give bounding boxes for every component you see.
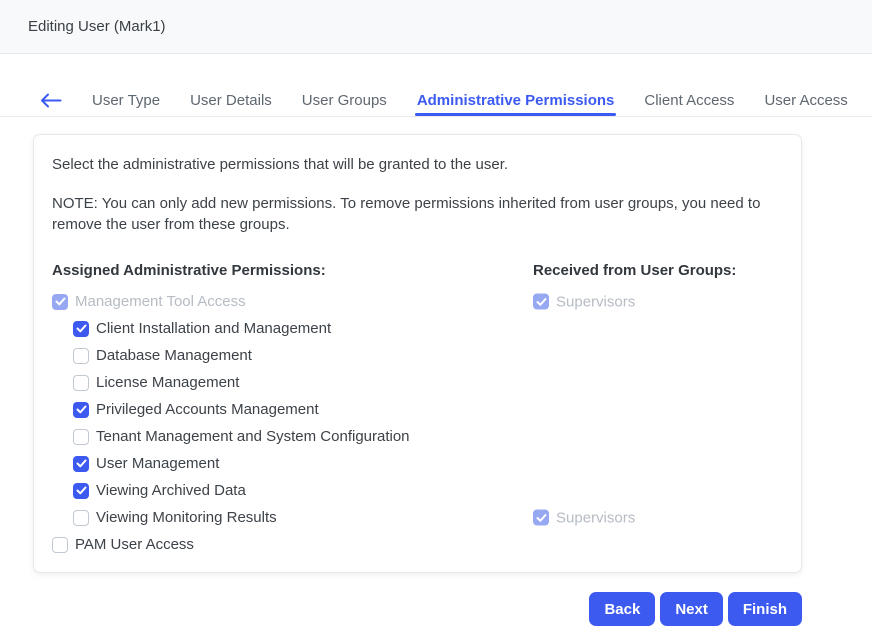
finish-button[interactable]: Finish [728,592,802,626]
received-label: Supervisors [556,509,635,526]
check-icon [536,513,547,522]
note-text: NOTE: You can only add new permissions. … [52,193,781,235]
received-label: Supervisors [556,293,635,310]
permission-row: Privileged Accounts Management [52,396,781,423]
tab-user-groups[interactable]: User Groups [302,84,387,116]
permission-label: Management Tool Access [75,293,246,310]
check-icon [76,405,87,414]
check-icon [76,486,87,495]
permission-label: PAM User Access [75,536,194,553]
permission-checkbox[interactable] [73,510,89,526]
permission-label: Database Management [96,347,252,364]
permission-label: Viewing Archived Data [96,482,246,499]
next-button[interactable]: Next [660,592,723,626]
page-title: Editing User (Mark1) [28,18,166,35]
permission-row: Client Installation and Management [52,315,781,342]
permission-label: User Management [96,455,219,472]
check-icon [536,297,547,306]
received-checkbox [533,510,549,526]
received-column-header: Received from User Groups: [533,262,736,279]
tab-user-type[interactable]: User Type [92,84,160,116]
check-icon [76,324,87,333]
permission-checkbox[interactable] [73,348,89,364]
intro-text: Select the administrative permissions th… [52,155,781,175]
window-titlebar: Editing User (Mark1) [0,0,872,54]
permission-row: Viewing Archived Data [52,477,781,504]
tab-list: User Type User Details User Groups Administ… [92,84,848,116]
permission-checkbox[interactable] [73,456,89,472]
permission-label: Client Installation and Management [96,320,331,337]
tab-administrative-permissions[interactable]: Administrative Permissions [417,84,615,116]
permission-checkbox[interactable] [73,375,89,391]
footer-buttons: BackNextFinish [0,592,802,626]
permission-label: Privileged Accounts Management [96,401,319,418]
permission-row: Tenant Management and System Configurati… [52,423,781,450]
permission-checkbox[interactable] [73,483,89,499]
assigned-column-header: Assigned Administrative Permissions: [52,262,533,279]
arrow-left-icon [40,93,62,108]
permissions-card: Select the administrative permissions th… [33,134,802,573]
wizard-tab-bar: User Type User Details User Groups Administ… [0,84,872,117]
tab-user-access[interactable]: User Access [764,84,847,116]
back-arrow-button[interactable] [40,93,62,108]
received-checkbox [533,294,549,310]
permission-checkbox[interactable] [73,321,89,337]
permission-label: Viewing Monitoring Results [96,509,277,526]
permission-checkbox[interactable] [73,429,89,445]
tab-client-access[interactable]: Client Access [644,84,734,116]
check-icon [55,297,66,306]
tab-user-details[interactable]: User Details [190,84,272,116]
permission-row: Management Tool Access Supervisors [52,288,781,315]
permission-checkbox [52,294,68,310]
permission-label: Tenant Management and System Configurati… [96,428,410,445]
permission-row: License Management [52,369,781,396]
received-group: Supervisors [533,509,635,526]
permission-checkbox[interactable] [73,402,89,418]
permission-row: Viewing Monitoring Results Supervisors [52,504,781,531]
check-icon [76,459,87,468]
back-button[interactable]: Back [589,592,655,626]
permission-row: Database Management [52,342,781,369]
permission-row: User Management [52,450,781,477]
permissions-list: Management Tool Access Supervisors Clien… [52,288,781,558]
received-group: Supervisors [533,293,635,310]
permission-checkbox[interactable] [52,537,68,553]
column-headers: Assigned Administrative Permissions: Rec… [52,262,781,279]
permission-label: License Management [96,374,239,391]
permission-row: PAM User Access [52,531,781,558]
